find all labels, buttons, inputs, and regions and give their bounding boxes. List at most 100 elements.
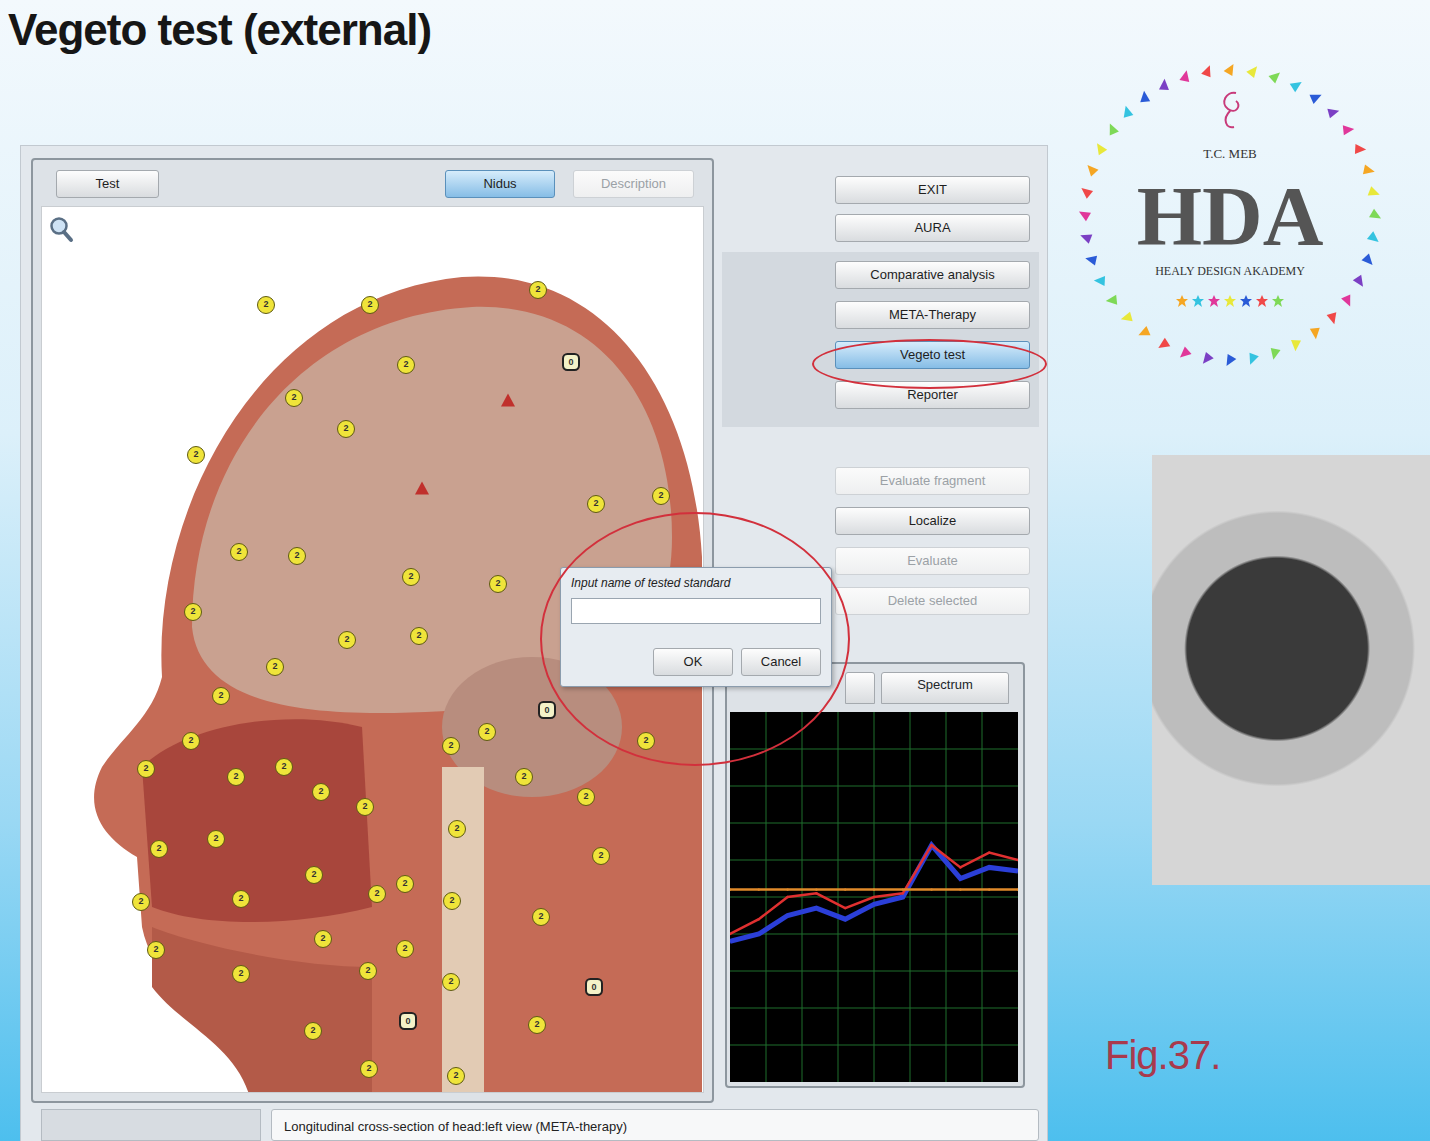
point-marker[interactable]: 0 bbox=[399, 1012, 417, 1030]
series-point bbox=[902, 888, 904, 890]
point-marker[interactable]: 2 bbox=[396, 940, 414, 958]
point-marker[interactable]: 2 bbox=[478, 723, 496, 741]
aura-button[interactable]: AURA bbox=[835, 214, 1030, 242]
point-marker[interactable]: 2 bbox=[532, 908, 550, 926]
point-marker[interactable]: 2 bbox=[305, 866, 323, 884]
series-point bbox=[988, 888, 990, 890]
point-marker[interactable]: 2 bbox=[637, 732, 655, 750]
point-marker[interactable]: 2 bbox=[338, 631, 356, 649]
series-point bbox=[873, 903, 875, 905]
app-window: Test Nidus Description bbox=[20, 145, 1048, 1141]
chart-tab[interactable]: Spectrum bbox=[881, 672, 1009, 704]
point-marker[interactable]: 0 bbox=[562, 353, 580, 371]
tab-label: Spectrum bbox=[917, 677, 973, 692]
test-button[interactable]: Test bbox=[56, 170, 159, 198]
point-marker[interactable]: 2 bbox=[489, 575, 507, 593]
series-point bbox=[873, 896, 875, 898]
description-button: Description bbox=[573, 170, 694, 198]
point-marker[interactable]: 2 bbox=[448, 820, 466, 838]
point-marker[interactable]: 2 bbox=[232, 965, 250, 983]
point-marker[interactable]: 2 bbox=[577, 788, 595, 806]
point-marker[interactable]: 2 bbox=[337, 420, 355, 438]
point-marker[interactable]: 2 bbox=[447, 1067, 465, 1085]
series-point bbox=[930, 888, 932, 890]
point-marker[interactable]: 2 bbox=[150, 840, 168, 858]
point-marker[interactable]: 2 bbox=[442, 973, 460, 991]
point-marker[interactable]: 2 bbox=[368, 885, 386, 903]
ok-button[interactable]: OK bbox=[653, 648, 733, 676]
series-point bbox=[1017, 888, 1018, 890]
series-point bbox=[815, 892, 817, 894]
mode-buttons: Comparative analysis META-Therapy Vegeto t… bbox=[722, 252, 1039, 427]
point-marker[interactable]: 2 bbox=[443, 892, 461, 910]
reporter-button[interactable]: Reporter bbox=[835, 381, 1030, 409]
chart-tab[interactable] bbox=[845, 672, 875, 704]
point-marker[interactable]: 2 bbox=[529, 281, 547, 299]
point-marker[interactable]: 2 bbox=[266, 658, 284, 676]
point-marker[interactable]: 2 bbox=[592, 847, 610, 865]
standard-name-input[interactable] bbox=[571, 598, 821, 624]
point-marker[interactable]: 2 bbox=[397, 356, 415, 374]
vegeto-test-button[interactable]: Vegeto test bbox=[835, 341, 1030, 369]
point-marker[interactable]: 0 bbox=[538, 701, 556, 719]
point-marker[interactable]: 2 bbox=[227, 768, 245, 786]
button-label: Localize bbox=[909, 513, 957, 528]
nidus-button[interactable]: Nidus bbox=[445, 170, 555, 198]
series-point bbox=[959, 877, 961, 879]
series-point bbox=[758, 918, 760, 920]
chart-panel: Spectrum bbox=[725, 662, 1025, 1088]
logo-top: T.C. MEB bbox=[1203, 146, 1257, 161]
point-marker[interactable]: 2 bbox=[137, 760, 155, 778]
point-marker[interactable] bbox=[501, 394, 515, 407]
point-marker[interactable]: 2 bbox=[515, 768, 533, 786]
status-text: Longitudinal cross-section of head:left … bbox=[271, 1109, 1039, 1141]
point-marker[interactable]: 2 bbox=[257, 296, 275, 314]
series-point bbox=[758, 933, 760, 935]
point-marker[interactable]: 2 bbox=[361, 296, 379, 314]
point-marker[interactable]: 2 bbox=[652, 487, 670, 505]
point-marker[interactable]: 2 bbox=[147, 941, 165, 959]
point-marker[interactable]: 2 bbox=[285, 389, 303, 407]
point-marker[interactable]: 2 bbox=[402, 568, 420, 586]
point-marker[interactable]: 2 bbox=[275, 758, 293, 776]
point-marker[interactable] bbox=[415, 482, 429, 495]
standard-name-dialog: Input name of tested standard OKCancel bbox=[560, 567, 832, 687]
point-marker[interactable]: 2 bbox=[359, 962, 377, 980]
point-marker[interactable]: 2 bbox=[232, 890, 250, 908]
point-marker[interactable]: 2 bbox=[442, 737, 460, 755]
exit-button[interactable]: EXIT bbox=[835, 176, 1030, 204]
series-point bbox=[959, 888, 961, 890]
button-label: AURA bbox=[914, 220, 950, 235]
point-marker[interactable]: 2 bbox=[212, 687, 230, 705]
button-label: Description bbox=[601, 176, 666, 191]
point-marker[interactable]: 2 bbox=[528, 1016, 546, 1034]
point-marker[interactable]: 2 bbox=[207, 830, 225, 848]
series-point bbox=[988, 866, 990, 868]
point-marker[interactable]: 2 bbox=[184, 603, 202, 621]
point-marker[interactable]: 2 bbox=[396, 875, 414, 893]
point-marker[interactable]: 2 bbox=[304, 1022, 322, 1040]
point-marker[interactable]: 2 bbox=[410, 627, 428, 645]
point-marker[interactable]: 2 bbox=[356, 798, 374, 816]
point-marker[interactable]: 2 bbox=[314, 930, 332, 948]
point-marker[interactable]: 2 bbox=[132, 893, 150, 911]
point-marker[interactable]: 0 bbox=[585, 978, 603, 996]
series-point bbox=[786, 888, 788, 890]
series-point bbox=[815, 888, 817, 890]
point-marker[interactable]: 2 bbox=[312, 783, 330, 801]
spectrum-chart bbox=[730, 712, 1018, 1082]
point-marker[interactable]: 2 bbox=[587, 495, 605, 513]
point-marker[interactable]: 2 bbox=[288, 547, 306, 565]
point-marker[interactable]: 2 bbox=[182, 732, 200, 750]
comparative-analysis-button[interactable]: Comparative analysis bbox=[835, 261, 1030, 289]
localize-button[interactable]: Localize bbox=[835, 507, 1030, 535]
series-point bbox=[786, 914, 788, 916]
meta-therapy-button[interactable]: META-Therapy bbox=[835, 301, 1030, 329]
series-point bbox=[1017, 859, 1018, 861]
point-marker[interactable]: 2 bbox=[187, 446, 205, 464]
cancel-button[interactable]: Cancel bbox=[741, 648, 821, 676]
series-point bbox=[844, 888, 846, 890]
magnifier-icon[interactable] bbox=[48, 215, 74, 243]
point-marker[interactable]: 2 bbox=[230, 543, 248, 561]
point-marker[interactable]: 2 bbox=[360, 1060, 378, 1078]
